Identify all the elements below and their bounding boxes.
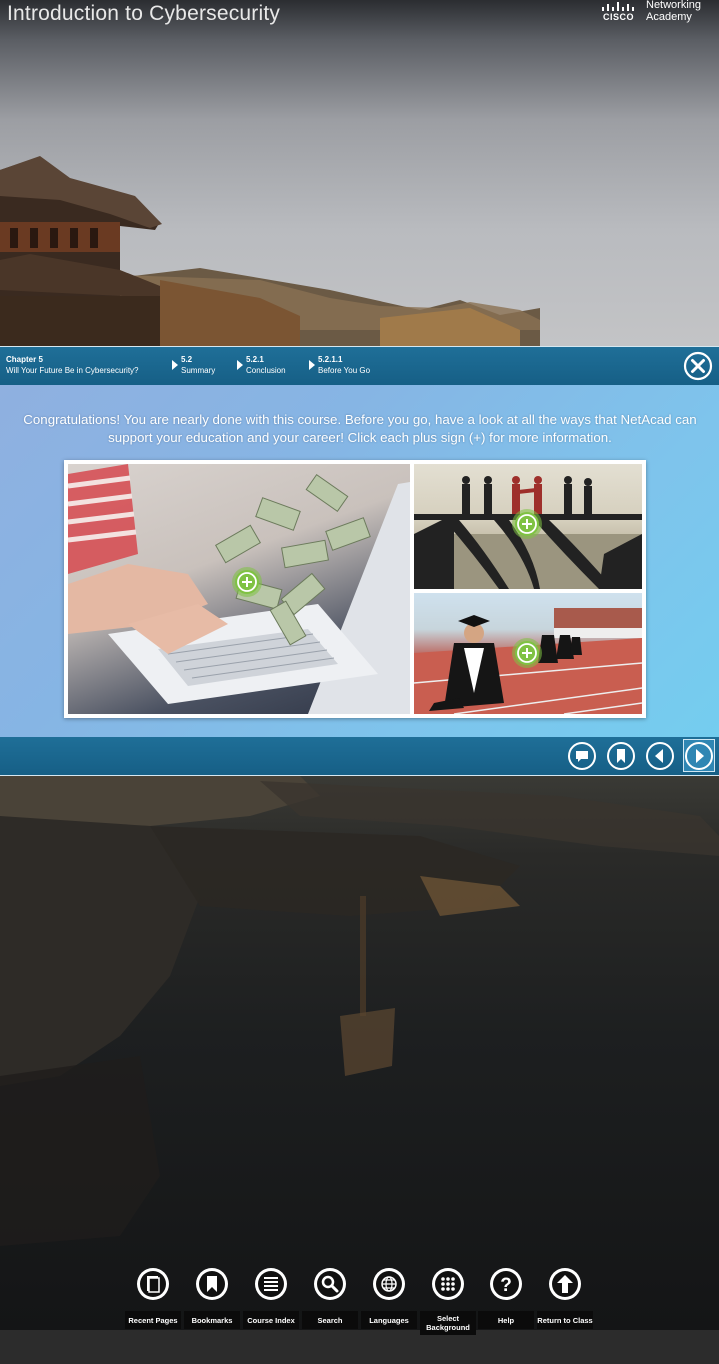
- breadcrumb-topic[interactable]: 5.2.1 Conclusion: [237, 354, 286, 376]
- toolbar-label: Languages: [361, 1311, 417, 1329]
- toolbar-label: Course Index: [243, 1311, 299, 1329]
- comment-icon[interactable]: [567, 741, 597, 771]
- breadcrumb-chapter-number: Chapter 5: [6, 355, 43, 364]
- toolbar-label: Return to Class: [537, 1311, 593, 1329]
- breadcrumb-section-number: 5.2: [181, 355, 193, 364]
- return-to-class-button[interactable]: Return to Class: [537, 1266, 593, 1329]
- course-title: Introduction to Cybersecurity: [7, 2, 281, 25]
- toolbar-label: Recent Pages: [125, 1311, 181, 1329]
- help-icon: ?: [490, 1268, 522, 1300]
- plus-icon[interactable]: [511, 508, 543, 540]
- logo-line-1: Networking: [646, 0, 702, 11]
- logo-line-2: Academy: [646, 11, 692, 23]
- toolbar-label: Select Background: [420, 1311, 476, 1335]
- water-reflection-image: [0, 776, 719, 1246]
- recent-pages-icon: [137, 1268, 169, 1300]
- breadcrumb-section-title: Summary: [181, 366, 216, 375]
- breadcrumb-bar: Chapter 5 Will Your Future Be in Cyberse…: [0, 347, 719, 385]
- breadcrumb-chapter[interactable]: Chapter 5 Will Your Future Be in Cyberse…: [6, 354, 139, 376]
- content-panel: Chapter 5 Will Your Future Be in Cyberse…: [0, 346, 719, 776]
- toolbar-label: Search: [302, 1311, 358, 1329]
- content-stage: Congratulations! You are nearly done wit…: [0, 385, 719, 737]
- toolbar-label: Help: [478, 1311, 534, 1329]
- breadcrumb-page[interactable]: 5.2.1.1 Before You Go: [309, 354, 371, 376]
- palace-roof-image: [0, 156, 540, 346]
- next-button[interactable]: [683, 739, 715, 772]
- logo-word: CISCO: [603, 12, 635, 22]
- page-navigation-bar: [0, 737, 719, 775]
- bookmark-icon: [196, 1268, 228, 1300]
- plus-icon[interactable]: [511, 637, 543, 669]
- breadcrumb-arrow-icon: [309, 360, 315, 370]
- svg-text:?: ?: [500, 1275, 512, 1296]
- breadcrumb-page-title: Before You Go: [318, 366, 371, 375]
- cisco-bars-icon: [602, 2, 634, 11]
- breadcrumb-arrow-icon: [237, 360, 243, 370]
- breadcrumb-topic-number: 5.2.1: [246, 355, 264, 364]
- search-icon: [314, 1268, 346, 1300]
- select-background-button[interactable]: Select Background: [420, 1266, 476, 1335]
- bookmark-icon[interactable]: [606, 741, 636, 771]
- plus-icon[interactable]: [231, 566, 263, 598]
- search-button[interactable]: Search: [302, 1266, 358, 1329]
- grid-icon: [432, 1268, 464, 1300]
- breadcrumb-section[interactable]: 5.2 Summary: [172, 354, 216, 376]
- breadcrumb-topic-title: Conclusion: [246, 366, 286, 375]
- breadcrumb-page-number: 5.2.1.1: [318, 355, 343, 364]
- languages-button[interactable]: Languages: [361, 1266, 417, 1329]
- help-button[interactable]: ? Help: [478, 1266, 534, 1329]
- toolbar-label: Bookmarks: [184, 1311, 240, 1329]
- previous-arrow-icon[interactable]: [645, 741, 675, 771]
- bookmarks-button[interactable]: Bookmarks: [184, 1266, 240, 1329]
- next-arrow-icon: [685, 742, 713, 770]
- intro-text: Congratulations! You are nearly done wit…: [23, 412, 697, 445]
- cisco-networking-academy-logo[interactable]: CISCO Networking Academy: [600, 0, 715, 26]
- breadcrumb-arrow-icon: [172, 360, 178, 370]
- breadcrumb-chapter-title: Will Your Future Be in Cybersecurity?: [6, 366, 139, 375]
- course-index-button[interactable]: Course Index: [243, 1266, 299, 1329]
- close-icon[interactable]: [683, 351, 713, 381]
- globe-icon: [373, 1268, 405, 1300]
- image-collage: [64, 460, 646, 718]
- list-icon: [255, 1268, 287, 1300]
- bottom-strip: [0, 1330, 719, 1364]
- return-arrow-icon: [549, 1268, 581, 1300]
- recent-pages-button[interactable]: Recent Pages: [125, 1266, 181, 1329]
